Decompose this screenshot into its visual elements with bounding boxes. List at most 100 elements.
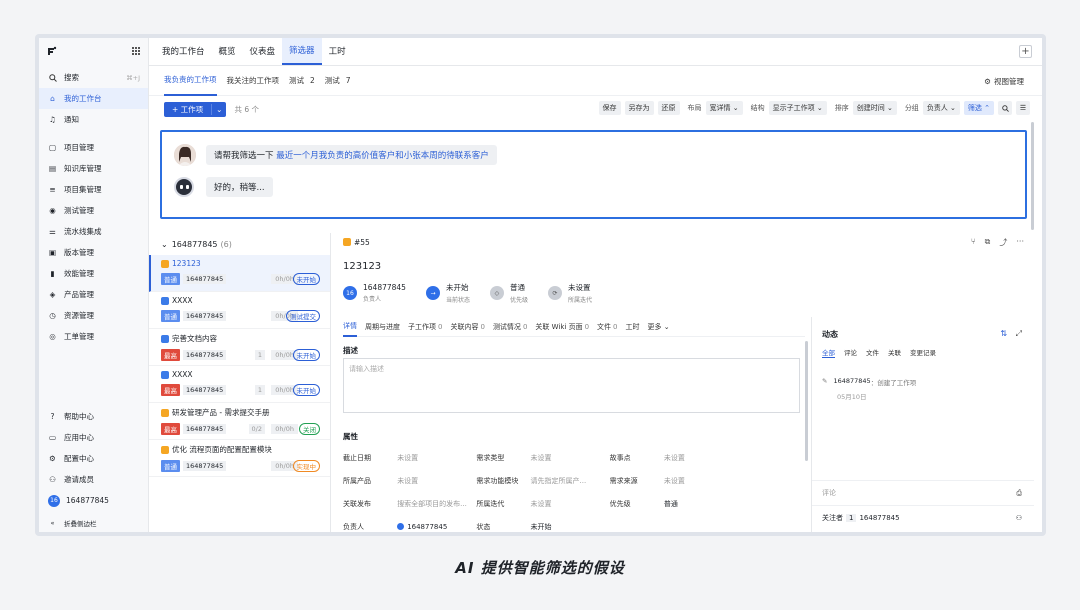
collapse-sidebar-button[interactable]: « 折叠侧边栏 bbox=[39, 512, 148, 532]
save-button[interactable]: 保存 bbox=[598, 101, 621, 115]
detail-tab[interactable]: 关联 Wiki 页面 0 bbox=[535, 317, 589, 337]
sidebar-item-bottom-2[interactable]: ⚙ 配置中心 bbox=[39, 448, 148, 469]
sort-icon[interactable]: ⇅ bbox=[1000, 329, 1007, 338]
top-tab[interactable]: 我的工作台 bbox=[155, 38, 212, 65]
description-input[interactable]: 请输入描述 bbox=[343, 358, 800, 413]
detail-tab[interactable]: 工时 bbox=[626, 317, 640, 337]
sidebar-item-5[interactable]: ◉ 测试管理 bbox=[39, 200, 148, 221]
detail-meta-item[interactable]: ◇ 普通 优先级 bbox=[489, 282, 528, 304]
copy-icon[interactable]: ⧉ bbox=[985, 237, 991, 248]
share-icon[interactable]: ⤴ bbox=[999, 237, 1007, 248]
activity-tab[interactable]: 评论 bbox=[844, 347, 857, 358]
prop-value[interactable]: 未设置 bbox=[531, 499, 610, 509]
prop-value[interactable]: 未设置 bbox=[397, 476, 476, 486]
sidebar-search[interactable]: 搜索 ⌘+J bbox=[39, 67, 148, 88]
detail-tab[interactable]: 子工作项 0 bbox=[408, 317, 442, 337]
detail-scrollbar[interactable] bbox=[805, 341, 808, 461]
sidebar-item-0[interactable]: ⌂ 我的工作台 bbox=[39, 88, 148, 109]
list-item[interactable]: 优化 流程页面的配置配置模块 普通 164877845 0h/0h 实现中 bbox=[149, 440, 330, 477]
branch-icon[interactable]: ⑂ bbox=[971, 237, 976, 248]
save-as-button[interactable]: 另存为 bbox=[624, 101, 654, 115]
activity-tab[interactable]: 变更记录 bbox=[910, 347, 936, 358]
sidebar-item-2[interactable]: ▢ 项目管理 bbox=[39, 137, 148, 158]
activity-tab[interactable]: 全部 bbox=[822, 347, 835, 358]
prop-value[interactable]: 未设置 bbox=[397, 453, 476, 463]
status-badge[interactable]: 关闭 bbox=[299, 423, 320, 435]
chevron-down-icon[interactable]: ⌄ bbox=[212, 105, 226, 114]
sidebar-item-bottom-3[interactable]: ⚇ 邀请成员 bbox=[39, 469, 148, 490]
sidebar-item-1[interactable]: ♫ 通知 bbox=[39, 109, 148, 130]
reset-button[interactable]: 还原 bbox=[657, 101, 680, 115]
sidebar-item-6[interactable]: ⚌ 流水线集成 bbox=[39, 221, 148, 242]
prop-value[interactable]: 未开始 bbox=[531, 522, 610, 532]
layout-select[interactable]: 宽详情 ⌄ bbox=[705, 101, 743, 115]
filter-tab[interactable]: 测试 7 bbox=[325, 66, 351, 96]
prop-value[interactable]: 普通 bbox=[664, 499, 743, 509]
list-item[interactable]: 完善文档内容 最高 164877845 1 0h/0h 未开始 bbox=[149, 329, 330, 366]
prop-value[interactable]: 搜索全部项目的发布... bbox=[397, 499, 476, 509]
filter-tab[interactable]: 测试 2 bbox=[289, 66, 315, 96]
group-select[interactable]: 负责人 ⌄ bbox=[922, 101, 960, 115]
attachment-icon[interactable]: ⎙ bbox=[1016, 489, 1022, 498]
follow-icon[interactable]: ⚇ bbox=[1016, 514, 1022, 522]
add-tab-button[interactable]: + bbox=[1019, 45, 1032, 58]
sidebar-item-7[interactable]: ▣ 版本管理 bbox=[39, 242, 148, 263]
activity-tab[interactable]: 文件 bbox=[866, 347, 879, 358]
detail-tab[interactable]: 关联内容 0 bbox=[450, 317, 484, 337]
detail-tab[interactable]: 更多 ⌄ bbox=[648, 317, 670, 337]
filter-tab[interactable]: 我负责的工作项 bbox=[164, 66, 217, 96]
add-work-item-button[interactable]: + 工作项 ⌄ bbox=[164, 101, 227, 117]
view-manage-button[interactable]: ⚙ 视图管理 bbox=[984, 76, 1024, 87]
prop-value[interactable]: 未设置 bbox=[664, 453, 743, 463]
list-view-icon[interactable]: ☰ bbox=[1016, 101, 1030, 115]
prop-value-wrap[interactable]: 164877845 bbox=[397, 523, 476, 531]
detail-meta-item[interactable]: ⟳ 未设置 所属迭代 bbox=[547, 282, 592, 304]
sidebar-item-bottom-1[interactable]: ▭ 应用中心 bbox=[39, 427, 148, 448]
detail-tab[interactable]: 详情 bbox=[343, 317, 357, 337]
sidebar-item-10[interactable]: ◷ 资源管理 bbox=[39, 305, 148, 326]
sidebar-item-9[interactable]: ◈ 产品管理 bbox=[39, 284, 148, 305]
detail-tab[interactable]: 周期与进度 bbox=[365, 317, 400, 337]
comment-input[interactable]: 评论 ⎙ bbox=[812, 480, 1034, 505]
structure-select[interactable]: 显示子工作项 ⌄ bbox=[768, 101, 827, 115]
app-grid-icon[interactable] bbox=[132, 47, 140, 55]
expand-icon[interactable]: ⤢ bbox=[1016, 329, 1022, 338]
status-badge[interactable]: 测试提交 bbox=[286, 310, 320, 322]
page-scrollbar[interactable] bbox=[1031, 122, 1034, 230]
top-tab[interactable]: 筛选器 bbox=[282, 38, 322, 65]
activity-tab[interactable]: 关联 bbox=[888, 347, 901, 358]
sort-select[interactable]: 创建时间 ⌄ bbox=[852, 101, 897, 115]
sidebar-item-3[interactable]: ▤ 知识库管理 bbox=[39, 158, 148, 179]
detail-tab[interactable]: 测试情况 0 bbox=[493, 317, 527, 337]
requirement-icon bbox=[161, 445, 169, 454]
search-icon[interactable] bbox=[998, 101, 1012, 115]
more-icon[interactable]: ··· bbox=[1016, 237, 1024, 248]
sidebar-item-4[interactable]: ≡ 项目集管理 bbox=[39, 179, 148, 200]
top-tab[interactable]: 概览 bbox=[212, 38, 243, 65]
prop-value[interactable]: 未设置 bbox=[664, 476, 743, 486]
status-badge[interactable]: 未开始 bbox=[292, 349, 320, 361]
detail-tab-count: 0 bbox=[480, 322, 485, 331]
top-tab[interactable]: 工时 bbox=[322, 38, 353, 65]
prop-value[interactable]: 未设置 bbox=[531, 453, 610, 463]
sidebar-user[interactable]: 16 164877845 bbox=[39, 490, 148, 511]
group-header[interactable]: ⌄ 164877845 (6) bbox=[149, 233, 330, 255]
list-item[interactable]: 研发管理产品 - 需求提交手册 最高 164877845 0/2 0h/0h 关闭 bbox=[149, 403, 330, 440]
detail-meta-item[interactable]: → 未开始 当前状态 bbox=[425, 282, 470, 304]
list-item[interactable]: 123123 普通 164877845 0h/0h 未开始 bbox=[149, 255, 330, 292]
filter-button[interactable]: 筛选 ⌃ bbox=[963, 101, 994, 115]
detail-tab[interactable]: 文件 0 bbox=[597, 317, 617, 337]
status-badge[interactable]: 实现中 bbox=[292, 460, 320, 472]
sidebar-item-bottom-0[interactable]: ? 帮助中心 bbox=[39, 406, 148, 427]
status-badge[interactable]: 未开始 bbox=[292, 384, 320, 396]
status-badge[interactable]: 未开始 bbox=[292, 273, 320, 285]
list-item[interactable]: XXXX 最高 164877845 1 0h/0h 未开始 bbox=[149, 366, 330, 403]
sidebar-item-8[interactable]: ▮ 效能管理 bbox=[39, 263, 148, 284]
prop-value[interactable]: 请先指定所属产... bbox=[531, 476, 610, 486]
list-item[interactable]: XXXX 普通 164877845 0h/0h 测试提交 bbox=[149, 292, 330, 329]
top-tab[interactable]: 仪表盘 bbox=[243, 38, 283, 65]
sidebar-item-11[interactable]: ◎ 工单管理 bbox=[39, 326, 148, 347]
top-tabs: 我的工作台 概览 仪表盘 筛选器 工时 + bbox=[149, 38, 1042, 66]
detail-meta-item[interactable]: 16 164877845 负责人 bbox=[343, 282, 406, 304]
filter-tab[interactable]: 我关注的工作项 bbox=[227, 66, 280, 96]
